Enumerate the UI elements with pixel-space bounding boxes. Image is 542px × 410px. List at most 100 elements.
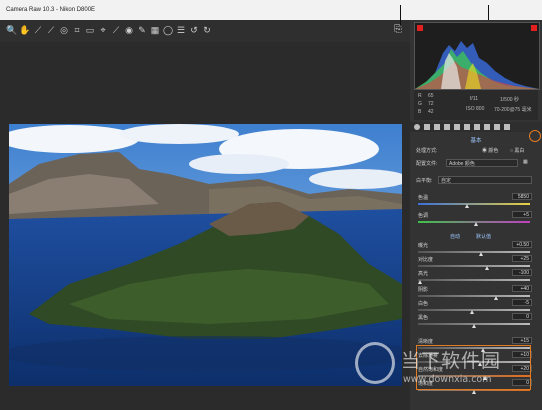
default-link[interactable]: 默认值 (476, 233, 491, 240)
g-label: G (418, 101, 422, 107)
straighten-icon[interactable]: ▭ (84, 24, 96, 36)
treatment-row: 处理方式: (416, 147, 437, 154)
tab-hsl-icon[interactable] (444, 124, 450, 130)
treatment-bw-radio[interactable]: ○ 黑白 (510, 147, 524, 154)
slider-thumb[interactable] (485, 266, 489, 270)
slider-track[interactable] (418, 295, 530, 297)
image-canvas[interactable] (0, 42, 410, 410)
tab-detail-icon[interactable] (434, 124, 440, 130)
slider-thumb[interactable] (470, 310, 474, 314)
slider-track[interactable] (418, 309, 530, 311)
slider-thumb[interactable] (472, 324, 476, 328)
panel-title: 基本 (470, 138, 482, 144)
profile-value: Adobe 颜色 (449, 161, 475, 167)
panel-tabs (410, 122, 542, 132)
landscape-image (9, 124, 402, 386)
slider-value-field[interactable]: +40 (512, 285, 532, 292)
watermark: 当下软件园 www.downxia.com (355, 340, 542, 400)
slider-value-field[interactable]: -100 (512, 269, 532, 276)
slider-value-field[interactable]: -5 (512, 299, 532, 306)
treatment-color-label: 颜色 (488, 148, 499, 154)
camera-raw-window: Camera Raw 10.3 - Nikon D800E ⎘ 🔍 ✋ ⟋ ⟋ ◎ ⌗ ▭ ⌖… (0, 0, 542, 410)
slider-label: 对比度 (418, 257, 434, 263)
preferences-icon[interactable]: ☰ (175, 24, 187, 36)
tab-calibration-icon[interactable] (484, 124, 490, 130)
target-adjust-icon[interactable]: ◎ (58, 24, 70, 36)
tab-presets-icon[interactable] (494, 124, 500, 130)
color-sampler-icon[interactable]: ⟋ (45, 24, 57, 36)
white-balance-label: 白平衡: (416, 178, 433, 184)
tab-snapshots-icon[interactable] (504, 124, 510, 130)
watermark-url: www.downxia.com (403, 374, 492, 385)
r-value: 65 (428, 93, 434, 99)
tab-basic-icon[interactable] (414, 124, 420, 130)
slider-thumb[interactable] (465, 204, 469, 208)
window-title: Camera Raw 10.3 - Nikon D800E (6, 7, 96, 13)
window-titlebar: Camera Raw 10.3 - Nikon D800E (0, 0, 542, 20)
watermark-logo-icon (355, 342, 395, 384)
g-value: 72 (428, 101, 434, 107)
white-balance-dropdown[interactable]: 自定 (438, 176, 532, 184)
transform-icon[interactable]: ⌖ (97, 24, 109, 36)
slider-label: 曝光 (418, 243, 429, 249)
profile-dropdown[interactable]: Adobe 颜色 (446, 159, 518, 167)
slider-label: 黑色 (418, 315, 429, 321)
toolbar: ⎘ 🔍 ✋ ⟋ ⟋ ◎ ⌗ ▭ ⌖ ⟋ ◉ ✎ ▦ ◯ ☰ ↺ ↻ (0, 20, 410, 43)
slider-track[interactable] (418, 251, 530, 253)
tab-effects-icon[interactable] (474, 124, 480, 130)
treatment-color-radio[interactable]: ◉ 颜色 (482, 147, 498, 154)
slider-label: 高光 (418, 271, 429, 277)
tab-lens-corrections-icon[interactable] (464, 124, 470, 130)
slider-value-field[interactable]: +5 (512, 211, 532, 218)
zoom-icon[interactable]: 🔍 (6, 24, 18, 36)
rotate-left-icon[interactable]: ↺ (188, 24, 200, 36)
histogram (414, 22, 540, 90)
shadow-clipping-warning-icon[interactable] (417, 25, 423, 31)
watermark-text: 当下软件园 (401, 350, 502, 372)
radial-filter-icon[interactable]: ◯ (162, 24, 174, 36)
slider-value-field[interactable]: +0.50 (512, 241, 532, 248)
rotate-right-icon[interactable]: ↻ (201, 24, 213, 36)
profile-label: 配置文件: (416, 161, 438, 167)
iso: ISO 800 (466, 106, 485, 112)
redeye-icon[interactable]: ◉ (123, 24, 135, 36)
slider-value-field[interactable]: 5850 (512, 193, 532, 200)
slider-label: 色调 (418, 213, 429, 219)
histogram-graph (415, 41, 539, 89)
highlight-clipping-warning-icon[interactable] (531, 25, 537, 31)
slider-thumb[interactable] (479, 252, 483, 256)
white-balance-value: 自定 (441, 178, 452, 184)
r-label: R (418, 93, 422, 99)
tab-tone-curve-icon[interactable] (424, 124, 430, 130)
slider-value-field[interactable]: 0 (512, 313, 532, 320)
hand-icon[interactable]: ✋ (19, 24, 31, 36)
auto-link[interactable]: 自动 (450, 233, 460, 240)
slider-track[interactable] (418, 265, 530, 267)
open-preferences-dialog-icon[interactable]: ⎘ (392, 24, 404, 36)
slider-thumb[interactable] (418, 280, 422, 284)
spot-removal-icon[interactable]: ⟋ (110, 24, 122, 36)
treatment-bw-label: 黑白 (514, 148, 525, 154)
slider-value-field[interactable]: +25 (512, 255, 532, 262)
adjustment-brush-icon[interactable]: ✎ (136, 24, 148, 36)
b-value: 42 (428, 109, 434, 115)
photo-preview[interactable] (9, 124, 402, 386)
slider-label: 阴影 (418, 287, 429, 293)
slider-track[interactable] (418, 279, 530, 281)
aperture: f/11 (470, 96, 478, 102)
rgb-exif-readout: R 65 G 72 B 42 f/11 1/500 秒 ISO 800 70-2… (414, 90, 538, 120)
graduated-filter-icon[interactable]: ▦ (149, 24, 161, 36)
shutter-speed: 1/500 秒 (500, 97, 519, 103)
slider-track[interactable] (418, 203, 530, 205)
tab-split-toning-icon[interactable] (454, 124, 460, 130)
slider-thumb[interactable] (494, 296, 498, 300)
b-label: B (418, 109, 422, 115)
callout-line (400, 5, 401, 25)
slider-thumb[interactable] (474, 222, 478, 226)
white-balance-icon[interactable]: ⟋ (32, 24, 44, 36)
lens: 70-200@75 毫米 (494, 107, 532, 113)
crop-icon[interactable]: ⌗ (71, 24, 83, 36)
treatment-label: 处理方式: (416, 148, 438, 154)
profile-browser-icon[interactable]: ▦ (523, 159, 528, 165)
slider-label: 白色 (418, 301, 429, 307)
